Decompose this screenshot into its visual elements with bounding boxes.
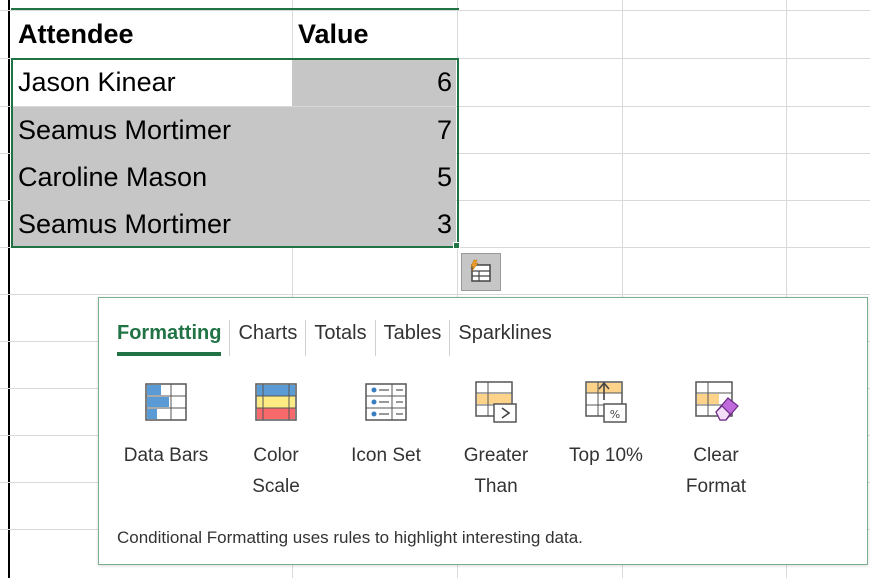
tab-formatting[interactable]: Formatting (117, 320, 231, 356)
option-label: Color Scale (252, 445, 300, 497)
quick-analysis-tabs: Formatting Charts Totals Tables Sparklin… (117, 320, 560, 360)
grid-hline (0, 294, 870, 295)
formatting-options: Data Bars Color Scale Icon Set Greater T… (111, 378, 771, 502)
tab-totals[interactable]: Totals (306, 320, 376, 356)
option-label: Clear Format (685, 445, 747, 497)
header-cell-attendee[interactable]: Attendee (12, 11, 292, 58)
option-label: Icon Set (351, 445, 421, 466)
quick-analysis-icon (470, 259, 491, 282)
cell-attendee-2[interactable]: Seamus Mortimer (12, 107, 292, 154)
cell-attendee-1[interactable]: Jason Kinear (12, 59, 292, 106)
cell-attendee-3[interactable]: Caroline Mason (12, 154, 292, 201)
header-cell-value[interactable]: Value (298, 11, 456, 58)
option-label: Greater Than (463, 445, 529, 497)
option-data-bars[interactable]: Data Bars (111, 378, 221, 502)
top-10-percent-icon: % (585, 381, 627, 423)
header-accent-line (11, 8, 459, 10)
tab-sparklines[interactable]: Sparklines (450, 320, 559, 356)
option-label: Data Bars (123, 445, 209, 466)
option-greater-than[interactable]: Greater Than (441, 378, 551, 502)
tab-charts[interactable]: Charts (230, 320, 307, 356)
option-label: Top 10% (569, 445, 643, 466)
cell-value-3[interactable]: 5 (292, 154, 456, 201)
quick-analysis-button[interactable] (461, 253, 501, 291)
cell-value-2[interactable]: 7 (292, 107, 456, 154)
color-scale-icon (255, 383, 297, 421)
icon-set-icon (365, 383, 407, 421)
option-color-scale[interactable]: Color Scale (221, 378, 331, 502)
data-bars-icon (145, 383, 187, 421)
fill-handle[interactable] (453, 242, 460, 249)
cell-attendee-4[interactable]: Seamus Mortimer (12, 201, 292, 248)
quick-analysis-popup: Formatting Charts Totals Tables Sparklin… (98, 297, 868, 565)
tab-tables[interactable]: Tables (376, 320, 451, 356)
option-clear-format[interactable]: Clear Format (661, 378, 771, 502)
option-top-10-percent[interactable]: % Top 10% (551, 378, 661, 502)
grid-left-border (8, 0, 10, 578)
greater-than-icon (475, 381, 517, 423)
svg-text:%: % (610, 408, 620, 421)
popup-description: Conditional Formatting uses rules to hig… (117, 528, 583, 547)
cell-value-1[interactable]: 6 (292, 59, 456, 106)
clear-format-icon (695, 381, 739, 421)
option-icon-set[interactable]: Icon Set (331, 378, 441, 502)
cell-value-4[interactable]: 3 (292, 201, 456, 248)
